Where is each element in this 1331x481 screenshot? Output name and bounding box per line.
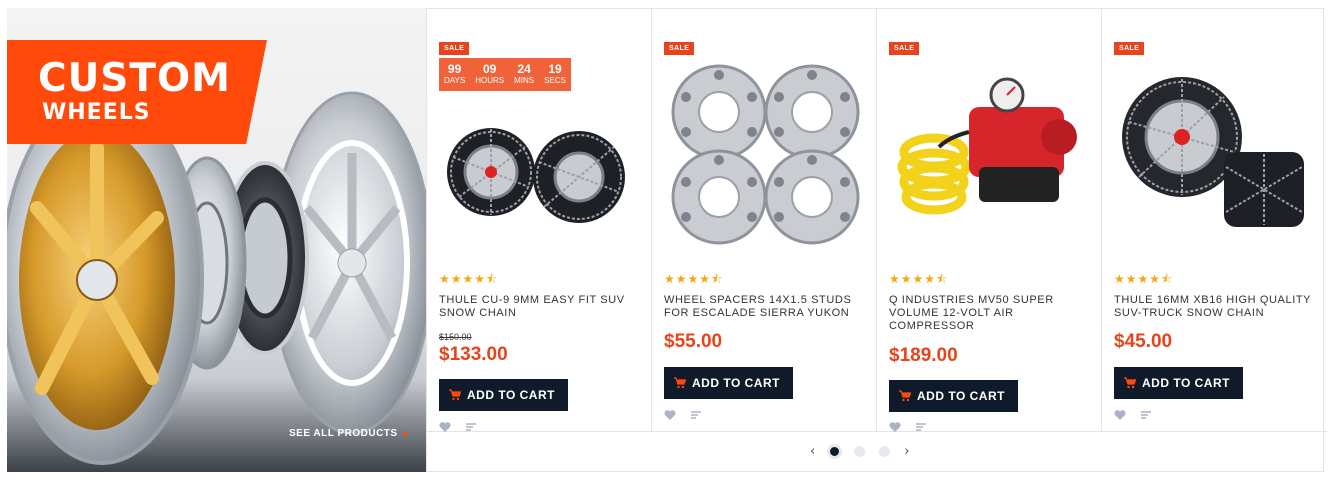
product-actions <box>889 421 927 433</box>
product-name[interactable]: WHEEL SPACERS 14X1.5 STUDS FOR ESCALADE … <box>664 294 864 320</box>
product-name[interactable]: THULE CU-9 9MM EASY FIT SUV SNOW CHAIN <box>439 294 639 320</box>
heart-icon[interactable] <box>664 409 676 421</box>
air-compressor-image[interactable] <box>889 37 1089 252</box>
sale-badge: SALE <box>664 42 695 55</box>
compare-icon[interactable] <box>465 421 477 433</box>
cart-icon <box>1124 377 1136 389</box>
arrow-right-icon: ▸ <box>403 428 409 438</box>
add-to-cart-button[interactable]: ADD TO CART <box>889 380 1018 412</box>
product-card[interactable]: SALE ★★★★⯪ THULE 16MM XB16 HIGH QUALITY … <box>1102 9 1327 432</box>
product-section: CUSTOM WHEELS SEE ALL PRODUCTS ▸ SALE 99… <box>0 0 1331 481</box>
heart-icon[interactable] <box>889 421 901 433</box>
sale-badge: SALE <box>889 42 920 55</box>
add-to-cart-label: ADD TO CART <box>1142 376 1230 390</box>
product-price: $45.00 <box>1114 331 1173 352</box>
carousel-dot-2[interactable] <box>854 446 866 457</box>
see-all-products-link[interactable]: SEE ALL PRODUCTS ▸ <box>289 428 409 439</box>
sale-badge: SALE <box>439 42 470 55</box>
rating-stars: ★★★★⯪ <box>664 272 724 286</box>
chevron-right-icon[interactable]: › <box>904 444 909 459</box>
banner-title: CUSTOM <box>38 56 231 101</box>
cart-icon <box>899 390 911 402</box>
carousel-dot-3[interactable] <box>879 446 891 457</box>
product-price: $55.00 <box>664 331 723 352</box>
countdown-hours: 09 HOURS <box>475 61 505 85</box>
old-price: $150.00 <box>439 332 472 342</box>
compare-icon[interactable] <box>915 421 927 433</box>
carousel-nav: ‹ › <box>810 444 909 459</box>
heart-icon[interactable] <box>1114 409 1126 421</box>
rating-stars: ★★★★⯪ <box>889 272 949 286</box>
cart-icon <box>449 389 461 401</box>
carousel-dot-1[interactable] <box>830 447 840 456</box>
banner-subtitle: WHEELS <box>42 100 151 125</box>
add-to-cart-label: ADD TO CART <box>692 376 780 390</box>
add-to-cart-button[interactable]: ADD TO CART <box>1114 367 1243 399</box>
add-to-cart-button[interactable]: ADD TO CART <box>664 367 793 399</box>
product-card[interactable]: SALE ★★★★⯪ Q INDUSTRIES MV50 SUPER VOLUM… <box>877 9 1102 432</box>
see-all-label: SEE ALL PRODUCTS <box>289 428 398 439</box>
compare-icon[interactable] <box>1140 409 1152 421</box>
add-to-cart-button[interactable]: ADD TO CART <box>439 379 568 411</box>
product-name[interactable]: THULE 16MM XB16 HIGH QUALITY SUV-TRUCK S… <box>1114 294 1314 320</box>
rating-stars: ★★★★⯪ <box>1114 272 1174 286</box>
countdown-timer: 99 DAYS 09 HOURS 24 MINS 19 SECS <box>439 58 571 91</box>
product-carousel: SALE 99 DAYS 09 HOURS 24 MINS 19 SECS ★★★★⯪ … <box>426 8 1327 472</box>
add-to-cart-label: ADD TO CART <box>917 389 1005 403</box>
product-actions <box>439 421 477 433</box>
heart-icon[interactable] <box>439 421 451 433</box>
compare-icon[interactable] <box>690 409 702 421</box>
product-name[interactable]: Q INDUSTRIES MV50 SUPER VOLUME 12-VOLT A… <box>889 294 1089 333</box>
sale-badge: SALE <box>1114 42 1145 55</box>
snow-chain-truck-image[interactable] <box>1114 37 1314 252</box>
custom-wheels-banner[interactable]: CUSTOM WHEELS SEE ALL PRODUCTS ▸ <box>7 8 426 472</box>
product-price: $133.00 <box>439 344 508 365</box>
countdown-secs: 19 SECS <box>544 61 566 85</box>
product-card[interactable]: SALE ★★★★⯪ WHEEL SPACERS 14X1.5 STUDS FO… <box>652 9 877 432</box>
rating-stars: ★★★★⯪ <box>439 272 499 286</box>
product-actions <box>664 409 702 421</box>
chevron-left-icon[interactable]: ‹ <box>810 444 815 459</box>
add-to-cart-label: ADD TO CART <box>467 388 555 402</box>
product-actions <box>1114 409 1152 421</box>
countdown-days: 99 DAYS <box>444 61 466 85</box>
cart-icon <box>674 377 686 389</box>
countdown-mins: 24 MINS <box>514 61 535 85</box>
product-price: $189.00 <box>889 345 958 366</box>
product-card[interactable]: SALE 99 DAYS 09 HOURS 24 MINS 19 SECS ★★★★⯪ … <box>427 9 652 432</box>
wheel-spacers-image[interactable] <box>664 37 864 252</box>
